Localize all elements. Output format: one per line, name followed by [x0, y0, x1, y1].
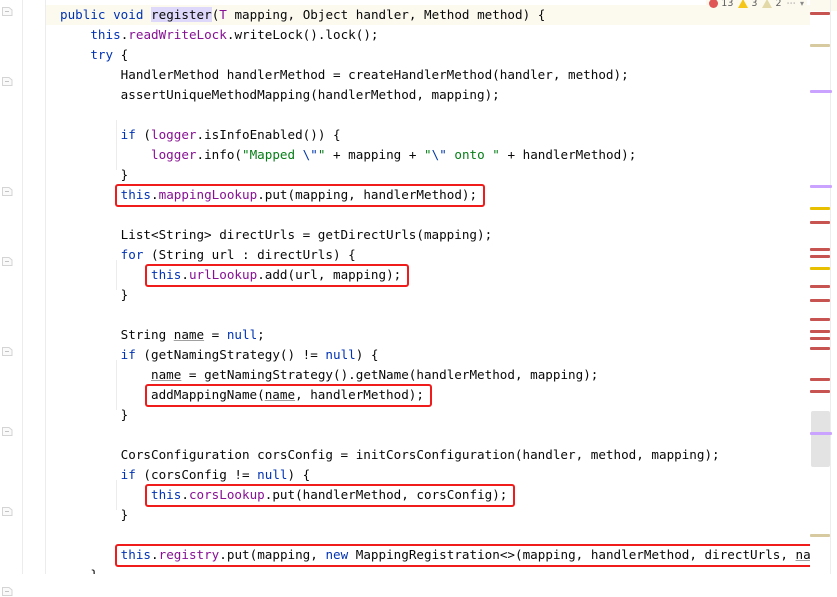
fold-marker-icon[interactable]: [2, 586, 13, 597]
code-line[interactable]: }: [46, 405, 810, 425]
code-line[interactable]: this.registry.put(mapping, new MappingRe…: [46, 545, 810, 565]
more-icon[interactable]: ⋯: [786, 0, 797, 9]
code-editor-window: public void register(T mapping, Object h…: [0, 0, 837, 596]
code-line-text: assertUniqueMethodMapping(handlerMethod,…: [60, 87, 500, 102]
code-line[interactable]: this.corsLookup.put(handlerMethod, corsC…: [46, 485, 810, 505]
code-line-text: if (corsConfig != null) {: [120, 467, 311, 482]
code-line[interactable]: [46, 525, 810, 545]
code-area[interactable]: public void register(T mapping, Object h…: [46, 0, 810, 574]
stripe-mark-error[interactable]: [810, 285, 830, 288]
code-line[interactable]: [46, 205, 810, 225]
code-line-text: }: [60, 287, 129, 302]
fold-marker-icon[interactable]: [2, 186, 13, 197]
code-line[interactable]: if (corsConfig != null) {: [46, 465, 810, 485]
warning-count: 3: [751, 0, 758, 9]
code-line[interactable]: }: [46, 565, 810, 574]
code-line-text: }: [60, 407, 129, 422]
code-line[interactable]: HandlerMethod handlerMethod = createHand…: [46, 65, 810, 85]
code-line[interactable]: logger.info("Mapped \"" + mapping + "\" …: [46, 145, 810, 165]
stripe-mark-warning[interactable]: [810, 207, 830, 210]
code-line-text: try {: [90, 47, 129, 62]
code-line[interactable]: if (getNamingStrategy() != null) {: [46, 345, 810, 365]
stripe-mark-error[interactable]: [810, 299, 830, 302]
code-line-text: logger.info("Mapped \"" + mapping + "\" …: [151, 147, 637, 162]
code-line-text: }: [60, 507, 129, 522]
code-line-text: this.urlLookup.add(url, mapping);: [151, 267, 402, 282]
code-line-text: if (logger.isInfoEnabled()) {: [120, 127, 341, 142]
stripe-mark-warning[interactable]: [810, 267, 830, 270]
code-line-text: name = getNamingStrategy().getName(handl…: [151, 367, 599, 382]
code-line[interactable]: [46, 305, 810, 325]
editor-gutter[interactable]: [0, 0, 46, 596]
stripe-mark-error[interactable]: [810, 255, 830, 258]
code-line[interactable]: }: [46, 505, 810, 525]
fold-marker-icon[interactable]: [2, 256, 13, 267]
code-line-text: public void register(T mapping, Object h…: [60, 7, 546, 22]
code-line[interactable]: if (logger.isInfoEnabled()) {: [46, 125, 810, 145]
code-line[interactable]: }: [46, 165, 810, 185]
stripe-mark-usage[interactable]: [810, 185, 832, 188]
stripe-mark-weak[interactable]: [810, 534, 830, 537]
stripe-mark-usage[interactable]: [810, 432, 832, 435]
scrollbar-thumb[interactable]: [811, 411, 830, 467]
code-line[interactable]: [46, 425, 810, 445]
warning-icon: [738, 0, 749, 8]
code-line-text: addMappingName(name, handlerMethod);: [60, 387, 424, 402]
stripe-mark-error[interactable]: [810, 347, 830, 350]
error-count: 13: [721, 0, 734, 9]
code-line[interactable]: for (String url : directUrls) {: [46, 245, 810, 265]
code-line-text: for (String url : directUrls) {: [120, 247, 356, 262]
error-icon: [709, 0, 719, 8]
code-line-text: }: [60, 565, 98, 574]
stripe-mark-error[interactable]: [810, 318, 830, 321]
code-line-text: }: [60, 167, 129, 182]
stripe-mark-weak[interactable]: [810, 44, 830, 47]
code-line-text: if (getNamingStrategy() != null) {: [120, 347, 379, 362]
code-line-text: this.readWriteLock.writeLock().lock();: [90, 27, 379, 42]
code-line[interactable]: try {: [46, 45, 810, 65]
code-line[interactable]: this.urlLookup.add(url, mapping);: [46, 265, 810, 285]
stripe-mark-error[interactable]: [810, 12, 830, 15]
stripe-mark-error[interactable]: [810, 390, 830, 393]
code-line[interactable]: List<String> directUrls = getDirectUrls(…: [46, 225, 810, 245]
code-line[interactable]: public void register(T mapping, Object h…: [46, 5, 810, 25]
fold-marker-icon[interactable]: [2, 506, 13, 517]
stripe-mark-usage[interactable]: [810, 90, 832, 93]
code-line[interactable]: addMappingName(name, handlerMethod);: [46, 385, 810, 405]
gutter-divider-1: [22, 0, 23, 574]
code-line[interactable]: }: [46, 285, 810, 305]
code-line-text: String name = null;: [60, 327, 265, 342]
weak-warning-icon: [762, 0, 773, 8]
code-line[interactable]: this.readWriteLock.writeLock().lock();: [46, 25, 810, 45]
stripe-mark-error[interactable]: [810, 337, 830, 340]
fold-marker-icon[interactable]: [2, 346, 13, 357]
code-line-text: this.corsLookup.put(handlerMethod, corsC…: [151, 487, 508, 502]
stripe-mark-error[interactable]: [810, 378, 830, 381]
code-line[interactable]: this.mappingLookup.put(mapping, handlerM…: [46, 185, 810, 205]
code-line-text: this.mappingLookup.put(mapping, handlerM…: [120, 187, 478, 202]
code-line-text: HandlerMethod handlerMethod = createHand…: [60, 67, 629, 82]
fold-marker-icon[interactable]: [2, 426, 13, 437]
weak-warning-count: 2: [775, 0, 782, 9]
stripe-divider: [830, 0, 831, 574]
code-line-text: CorsConfiguration corsConfig = initCorsC…: [60, 447, 720, 462]
chevron-down-icon[interactable]: ▾: [800, 0, 804, 8]
code-line[interactable]: assertUniqueMethodMapping(handlerMethod,…: [46, 85, 810, 105]
stripe-mark-error[interactable]: [810, 330, 830, 333]
code-line[interactable]: [46, 105, 810, 125]
code-line-text: List<String> directUrls = getDirectUrls(…: [60, 227, 493, 242]
stripe-mark-error[interactable]: [810, 248, 830, 251]
code-line[interactable]: name = getNamingStrategy().getName(handl…: [46, 365, 810, 385]
code-line-text: this.registry.put(mapping, new MappingRe…: [120, 547, 810, 562]
error-stripe-scrollbar[interactable]: [810, 0, 837, 574]
fold-marker-icon[interactable]: [2, 6, 13, 17]
code-line[interactable]: String name = null;: [46, 325, 810, 345]
inspection-widget[interactable]: 13 3 2 ⋯ ▾: [706, 0, 807, 11]
code-line[interactable]: CorsConfiguration corsConfig = initCorsC…: [46, 445, 810, 465]
stripe-mark-error[interactable]: [810, 221, 830, 224]
fold-marker-icon[interactable]: [2, 76, 13, 87]
stripe-current-line-marker: [810, 0, 837, 11]
